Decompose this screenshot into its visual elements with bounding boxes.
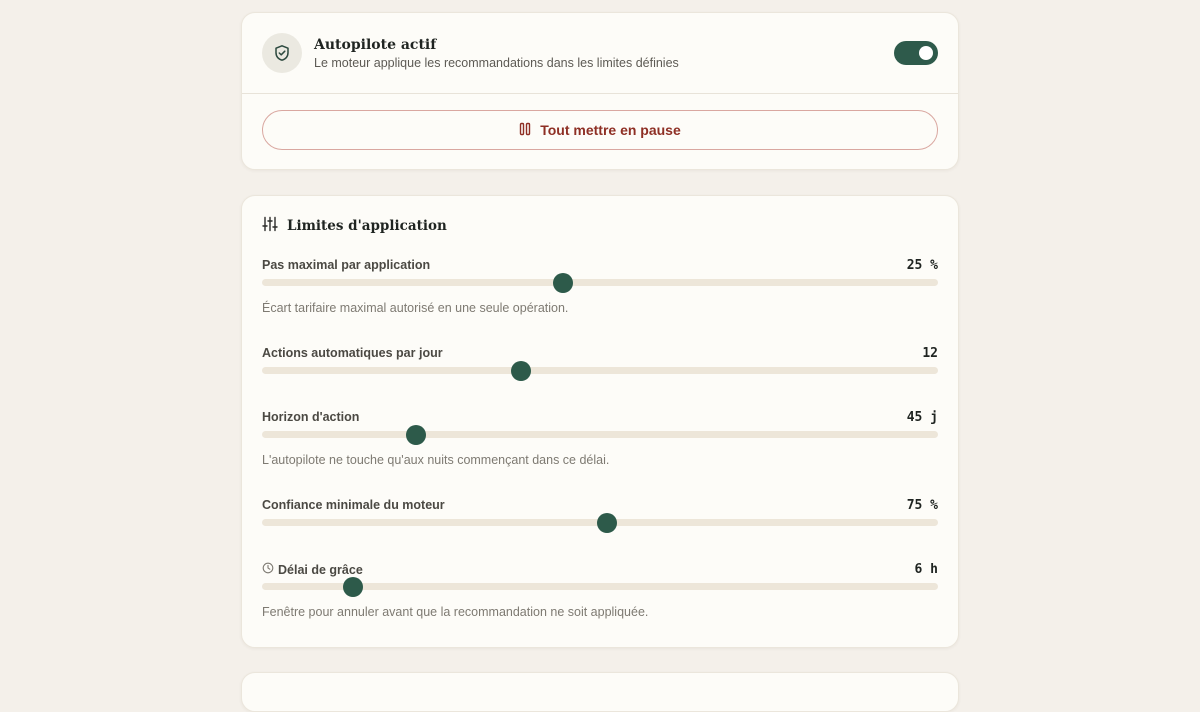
slider-value: 45 j <box>906 410 938 425</box>
slider-label: Actions automatiques par jour <box>262 346 443 360</box>
slider-label-text: Confiance minimale du moteur <box>262 498 445 512</box>
slider-label: Pas maximal par application <box>262 258 430 272</box>
slider-track[interactable] <box>262 424 938 445</box>
slider-track[interactable] <box>262 360 938 381</box>
pause-all-label: Tout mettre en pause <box>540 122 681 138</box>
slider-label-text: Horizon d'action <box>262 410 360 424</box>
slider-help: Fenêtre pour annuler avant que la recomm… <box>262 605 649 619</box>
slider-label-text: Pas maximal par application <box>262 258 431 272</box>
slider-help: Écart tarifaire maximal autorisé en une … <box>262 301 569 315</box>
pause-icon <box>519 122 531 139</box>
next-card <box>241 672 959 712</box>
pause-all-button[interactable]: Tout mettre en pause <box>262 110 938 150</box>
shield-check-icon <box>262 33 302 73</box>
sliders-icon <box>262 216 278 237</box>
slider-track[interactable] <box>262 576 938 597</box>
autopilot-title: Autopilote actif <box>314 37 437 53</box>
autopilot-toggle[interactable] <box>894 41 938 65</box>
slider-label: Confiance minimale du moteur <box>262 498 445 512</box>
slider-label: Délai de grâce <box>262 562 363 577</box>
slider-label: Horizon d'action <box>262 410 359 424</box>
slider-track[interactable] <box>262 512 938 533</box>
slider-label-text: Délai de grâce <box>278 562 363 577</box>
slider-thumb[interactable] <box>552 272 573 293</box>
autopilot-status-row: Autopilote actif Le moteur applique les … <box>262 33 938 73</box>
slider-thumb[interactable] <box>406 424 427 445</box>
autopilot-subtitle: Le moteur applique les recommandations d… <box>314 56 679 70</box>
slider-thumb[interactable] <box>343 576 364 597</box>
slider-thumb[interactable] <box>510 360 531 381</box>
toggle-knob <box>919 46 933 60</box>
slider-value: 25 % <box>906 258 938 273</box>
divider <box>242 93 958 94</box>
limits-title: Limites d'application <box>287 218 447 234</box>
limits-card: Limites d'application Pas maximal par ap… <box>241 195 959 648</box>
slider-thumb[interactable] <box>596 512 617 533</box>
slider-help: L'autopilote ne touche qu'aux nuits comm… <box>262 453 610 467</box>
autopilot-card: Autopilote actif Le moteur applique les … <box>241 12 959 170</box>
slider-value: 6 h <box>914 562 938 577</box>
slider-track[interactable] <box>262 272 938 293</box>
slider-value: 75 % <box>906 498 938 513</box>
limits-header: Limites d'application <box>262 216 447 237</box>
clock-icon <box>262 562 274 577</box>
slider-value: 12 <box>922 346 938 361</box>
slider-label-text: Actions automatiques par jour <box>262 346 443 360</box>
